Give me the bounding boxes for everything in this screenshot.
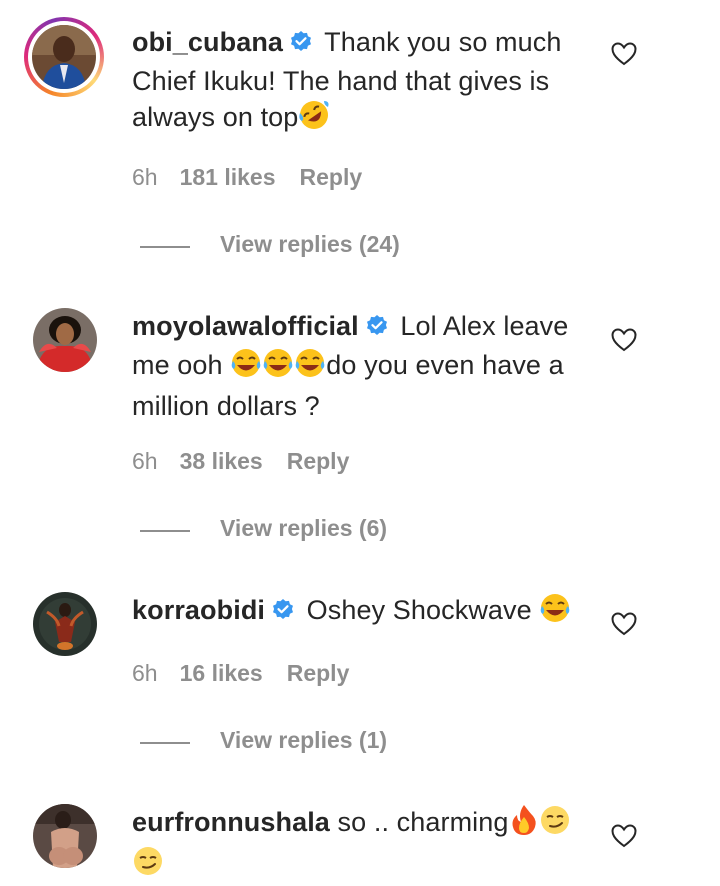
like-heart-icon[interactable]	[611, 328, 637, 352]
verified-badge-icon	[289, 27, 313, 63]
comment-body: Oshey Shockwave	[306, 595, 540, 625]
comment-text: moyolawalofficial Lol Alex leave me ooh …	[132, 308, 582, 424]
divider-line	[140, 530, 190, 532]
comment-meta: 6h 16 likes Reply	[132, 660, 349, 687]
username[interactable]: obi_cubana	[132, 27, 283, 57]
comment-meta: 6h 38 likes Reply	[132, 448, 349, 475]
comment-text: korraobidi Oshey Shockwave	[132, 592, 582, 633]
reply-button[interactable]: Reply	[287, 448, 350, 475]
tears-of-joy-emoji-icon	[539, 592, 571, 633]
comment-text: eurfronnushala so .. charming	[132, 804, 582, 886]
view-replies-label: View replies (24)	[220, 231, 400, 257]
likes-count[interactable]: 38 likes	[180, 448, 263, 475]
tears-of-joy-emoji-icon	[262, 347, 294, 388]
verified-badge-icon	[365, 311, 389, 347]
view-replies-label: View replies (1)	[220, 727, 388, 753]
like-heart-icon[interactable]	[611, 824, 637, 848]
timestamp: 6h	[132, 448, 158, 474]
comment-meta: 6h 181 likes Reply	[132, 164, 362, 191]
avatar[interactable]	[24, 17, 104, 97]
timestamp: 6h	[132, 164, 158, 190]
divider-line	[140, 742, 190, 744]
fire-emoji-icon	[509, 804, 539, 845]
username[interactable]: korraobidi	[132, 595, 265, 625]
rolling-on-floor-laughing-emoji-icon	[298, 99, 330, 140]
username[interactable]: moyolawalofficial	[132, 311, 359, 341]
avatar[interactable]	[33, 308, 97, 372]
comment-body: so .. charming	[337, 807, 509, 837]
divider-line	[140, 246, 190, 248]
smirking-face-emoji-icon	[539, 804, 571, 845]
verified-badge-icon	[271, 595, 295, 631]
timestamp: 6h	[132, 660, 158, 686]
reply-button[interactable]: Reply	[300, 164, 363, 191]
tears-of-joy-emoji-icon	[294, 347, 326, 388]
likes-count[interactable]: 16 likes	[180, 660, 263, 687]
tears-of-joy-emoji-icon	[230, 347, 262, 388]
comment-text: obi_cubana Thank you so much Chief Ikuku…	[132, 24, 582, 140]
username[interactable]: eurfronnushala	[132, 807, 330, 837]
view-replies-label: View replies (6)	[220, 515, 388, 541]
smirking-face-emoji-icon	[132, 845, 164, 886]
likes-count[interactable]: 181 likes	[180, 164, 276, 191]
avatar[interactable]	[33, 804, 97, 868]
avatar[interactable]	[33, 592, 97, 656]
reply-button[interactable]: Reply	[287, 660, 350, 687]
like-heart-icon[interactable]	[611, 612, 637, 636]
like-heart-icon[interactable]	[611, 42, 637, 66]
